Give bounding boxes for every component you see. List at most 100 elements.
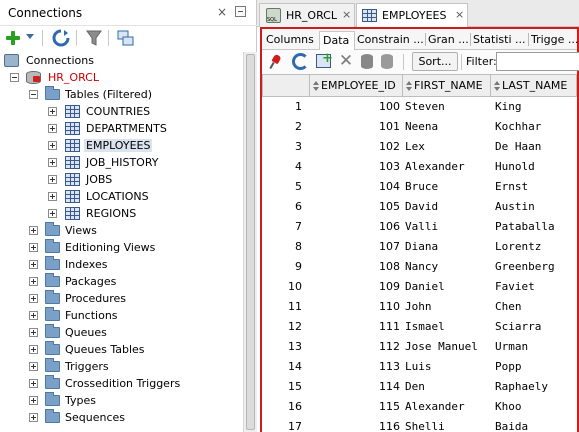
expand-toggle-icon[interactable] bbox=[29, 243, 38, 252]
cell-employee-id[interactable]: 115 bbox=[310, 397, 400, 417]
cell-last-name[interactable]: Baida bbox=[493, 417, 577, 432]
tree-item-node[interactable]: Procedures bbox=[0, 290, 240, 307]
cell-last-name[interactable]: Pataballa bbox=[493, 217, 577, 237]
table-row[interactable]: 8 107 Diana Lorentz bbox=[262, 237, 577, 257]
tree-item-node[interactable]: Queues Tables bbox=[0, 341, 240, 358]
filter-icon[interactable] bbox=[86, 29, 102, 47]
cell-first-name[interactable]: Luis bbox=[403, 357, 491, 377]
table-row[interactable]: 17 116 Shelli Baida bbox=[262, 417, 577, 432]
refresh-icon[interactable] bbox=[52, 29, 70, 47]
expand-toggle-icon[interactable] bbox=[48, 107, 57, 116]
cell-employee-id[interactable]: 112 bbox=[310, 337, 400, 357]
tree-item-table[interactable]: EMPLOYEES bbox=[0, 137, 240, 154]
cell-last-name[interactable]: De Haan bbox=[493, 137, 577, 157]
cell-first-name[interactable]: Jose Manuel bbox=[403, 337, 491, 357]
cell-last-name[interactable]: Raphaely bbox=[493, 377, 577, 397]
tree-scrollbar[interactable] bbox=[243, 52, 257, 432]
cell-last-name[interactable]: Austin bbox=[493, 197, 577, 217]
tree-root-connections[interactable]: Connections bbox=[4, 52, 240, 69]
cell-first-name[interactable]: John bbox=[403, 297, 491, 317]
expand-toggle-icon[interactable] bbox=[48, 209, 57, 218]
cell-employee-id[interactable]: 108 bbox=[310, 257, 400, 277]
delete-row-icon[interactable]: ✕ bbox=[338, 53, 354, 70]
cell-employee-id[interactable]: 101 bbox=[310, 117, 400, 137]
minimize-icon[interactable] bbox=[235, 6, 246, 17]
tab-data[interactable]: Data bbox=[319, 31, 355, 51]
freeze-view-pin-icon[interactable] bbox=[268, 54, 284, 70]
cell-first-name[interactable]: Bruce bbox=[403, 177, 491, 197]
tab-employees[interactable]: EMPLOYEES × bbox=[356, 3, 468, 28]
table-row[interactable]: 14 113 Luis Popp bbox=[262, 357, 577, 377]
table-row[interactable]: 1 100 Steven King bbox=[262, 97, 577, 117]
cell-first-name[interactable]: Valli bbox=[403, 217, 491, 237]
expand-toggle-icon[interactable] bbox=[29, 311, 38, 320]
tree-item-node[interactable]: Packages bbox=[0, 273, 240, 290]
cell-first-name[interactable]: Den bbox=[403, 377, 491, 397]
cell-employee-id[interactable]: 114 bbox=[310, 377, 400, 397]
table-row[interactable]: 10 109 Daniel Faviet bbox=[262, 277, 577, 297]
cell-first-name[interactable]: David bbox=[403, 197, 491, 217]
cell-employee-id[interactable]: 111 bbox=[310, 317, 400, 337]
cell-last-name[interactable]: Hunold bbox=[493, 157, 577, 177]
cell-employee-id[interactable]: 109 bbox=[310, 277, 400, 297]
cell-first-name[interactable]: Steven bbox=[403, 97, 491, 117]
cell-last-name[interactable]: Greenberg bbox=[493, 257, 577, 277]
expand-toggle-icon[interactable] bbox=[29, 294, 38, 303]
cell-last-name[interactable]: Sciarra bbox=[493, 317, 577, 337]
tab-grants[interactable]: Gran ... bbox=[428, 31, 469, 50]
tree-item-node[interactable]: Types bbox=[0, 392, 240, 409]
cell-last-name[interactable]: King bbox=[493, 97, 577, 117]
column-header-employee-id[interactable]: EMPLOYEE_ID bbox=[310, 74, 403, 97]
expand-toggle-icon[interactable] bbox=[29, 362, 38, 371]
insert-row-icon[interactable] bbox=[316, 51, 333, 68]
table-row[interactable]: 5 104 Bruce Ernst bbox=[262, 177, 577, 197]
table-row[interactable]: 11 110 John Chen bbox=[262, 297, 577, 317]
cell-last-name[interactable]: Khoo bbox=[493, 397, 577, 417]
expand-toggle-icon[interactable] bbox=[29, 396, 38, 405]
tree-item-node[interactable]: Views bbox=[0, 222, 240, 239]
cell-employee-id[interactable]: 110 bbox=[310, 297, 400, 317]
scrollbar-thumb[interactable] bbox=[246, 54, 255, 430]
tab-columns[interactable]: Columns bbox=[266, 31, 314, 50]
table-row[interactable]: 13 112 Jose Manuel Urman bbox=[262, 337, 577, 357]
close-tab-icon[interactable]: × bbox=[455, 8, 464, 21]
cell-employee-id[interactable]: 100 bbox=[310, 97, 400, 117]
tab-constraints[interactable]: Constrain ... bbox=[357, 31, 424, 50]
table-row[interactable]: 16 115 Alexander Khoo bbox=[262, 397, 577, 417]
expand-toggle-icon[interactable] bbox=[48, 192, 57, 201]
expand-toggle-icon[interactable] bbox=[29, 379, 38, 388]
tree-item-node[interactable]: Triggers bbox=[0, 358, 240, 375]
cell-last-name[interactable]: Urman bbox=[493, 337, 577, 357]
cell-first-name[interactable]: Alexander bbox=[403, 397, 491, 417]
rollback-icon[interactable] bbox=[381, 54, 393, 69]
cell-employee-id[interactable]: 102 bbox=[310, 137, 400, 157]
tree-item-tables[interactable]: Tables (Filtered) bbox=[0, 86, 240, 103]
cell-last-name[interactable]: Chen bbox=[493, 297, 577, 317]
tab-statistics[interactable]: Statisti ... bbox=[473, 31, 526, 50]
cell-employee-id[interactable]: 107 bbox=[310, 237, 400, 257]
tab-hr-orcl[interactable]: HR_ORCL × bbox=[259, 3, 355, 27]
table-row[interactable]: 3 102 Lex De Haan bbox=[262, 137, 577, 157]
table-row[interactable]: 12 111 Ismael Sciarra bbox=[262, 317, 577, 337]
tree-item-node[interactable]: Crossedition Triggers bbox=[0, 375, 240, 392]
filter-input[interactable] bbox=[496, 52, 579, 71]
expand-toggle-icon[interactable] bbox=[29, 413, 38, 422]
expand-toggle-icon[interactable] bbox=[29, 260, 38, 269]
schema-browser-icon[interactable] bbox=[117, 29, 135, 47]
collapse-toggle-icon[interactable] bbox=[10, 73, 19, 82]
cell-employee-id[interactable]: 105 bbox=[310, 197, 400, 217]
cell-employee-id[interactable]: 116 bbox=[310, 417, 400, 432]
table-row[interactable]: 7 106 Valli Pataballa bbox=[262, 217, 577, 237]
tree-item-table[interactable]: REGIONS bbox=[0, 205, 240, 222]
cell-first-name[interactable]: Diana bbox=[403, 237, 491, 257]
cell-first-name[interactable]: Shelli bbox=[403, 417, 491, 432]
tree-item-node[interactable]: Sequences bbox=[0, 409, 240, 426]
tree-item-table[interactable]: JOB_HISTORY bbox=[0, 154, 240, 171]
commit-icon[interactable] bbox=[361, 54, 373, 69]
sort-button[interactable]: Sort... bbox=[412, 52, 458, 71]
refresh-data-icon[interactable] bbox=[292, 53, 309, 70]
cell-first-name[interactable]: Lex bbox=[403, 137, 491, 157]
table-row[interactable]: 2 101 Neena Kochhar bbox=[262, 117, 577, 137]
tree-item-hr-orcl[interactable]: HR_ORCL bbox=[0, 69, 240, 86]
expand-toggle-icon[interactable] bbox=[29, 345, 38, 354]
